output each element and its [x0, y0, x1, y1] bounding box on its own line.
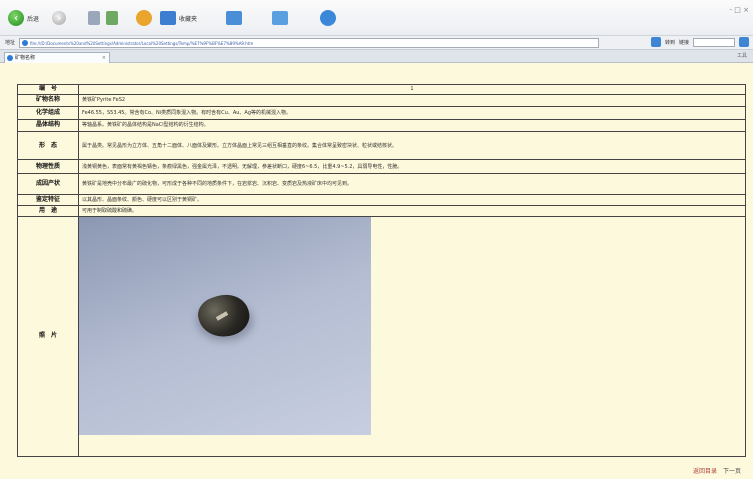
- row-value: 属于晶类。常见晶形为立方体、五角十二面体、八面体及聚形。立方体晶面上常见三组互相…: [78, 130, 746, 161]
- tab-title: 矿物名称: [15, 55, 36, 61]
- row-label: 成因产状: [17, 173, 79, 196]
- home-icon: [136, 10, 152, 26]
- table-row: 化学组成 Fe46.55，S53.45。常含有Co、Ni类质同象混入物。有时含有C…: [17, 105, 746, 120]
- internet-button[interactable]: [320, 8, 336, 28]
- table-row: 鉴定特征 以其晶形、晶面条纹、颜色、硬度可以区别于黄铜矿。: [17, 194, 746, 207]
- tab-favicon: [7, 55, 13, 61]
- search-input[interactable]: [693, 37, 735, 47]
- table-row: 编 号 1: [17, 84, 746, 95]
- home-link[interactable]: 返回目录: [693, 466, 717, 475]
- row-label: 矿物名称: [17, 93, 79, 107]
- table-row: 用 途可用于制取硫酸和硫磺。: [17, 205, 746, 217]
- table-row: 成因产状 黄铁矿是地壳中分布最广的硫化物，可形成于各种不同的地质条件下，在岩浆岩、…: [17, 173, 746, 196]
- internet-icon: [320, 10, 336, 26]
- go-icon[interactable]: [650, 37, 661, 47]
- page-footer: 返回目录 下一页: [693, 466, 741, 475]
- page-icon: [22, 39, 28, 46]
- address-bar: 地址 file:///D:/Documents%20and%20Settings…: [0, 36, 753, 50]
- go-button[interactable]: 转到: [665, 39, 675, 46]
- mineral-table: 编 号 1 矿物名称 黄铁矿Pyrite FeS2 化学组成 Fe46.55，S53.…: [17, 84, 746, 458]
- tools-menu[interactable]: 工具: [737, 52, 747, 59]
- favorites-button[interactable]: 收藏夹: [160, 8, 197, 28]
- row-value: 可用于制取硫酸和硫磺。: [78, 205, 746, 217]
- address-bar-right: 转到 链接: [650, 37, 749, 47]
- stop-icon: [88, 11, 100, 25]
- photo-label: 照 片: [17, 215, 79, 458]
- tab-active[interactable]: 矿物名称 ×: [4, 52, 110, 63]
- address-label: 地址: [5, 40, 16, 46]
- table-row: 矿物名称 黄铁矿Pyrite FeS2: [17, 93, 746, 107]
- close-icon[interactable]: ×: [102, 53, 106, 63]
- row-value: 黄铁矿是地壳中分布最广的硫化物，可形成于各种不同的地质条件下，在岩浆岩、沉积岩、…: [78, 173, 746, 196]
- back-icon: ‹: [8, 10, 24, 26]
- row-value: 黄铁矿Pyrite FeS2: [78, 93, 746, 107]
- media-icon: [272, 11, 288, 25]
- back-label: 后退: [27, 15, 40, 23]
- row-label: 物理性质: [17, 159, 79, 175]
- history-icon: [226, 11, 242, 25]
- back-button[interactable]: ‹ 后退: [8, 8, 39, 28]
- search-icon[interactable]: [739, 37, 749, 47]
- row-label: 用 途: [17, 205, 79, 217]
- table-row: 照 片: [17, 215, 746, 458]
- next-page-link[interactable]: 下一页: [723, 466, 741, 475]
- row-label: 化学组成: [17, 105, 79, 120]
- links-label[interactable]: 链接: [679, 39, 689, 46]
- row-value: 以其晶形、晶面条纹、颜色、硬度可以区别于黄铜矿。: [78, 194, 746, 207]
- stop-button[interactable]: [88, 8, 100, 28]
- number-label: 编 号: [17, 84, 79, 95]
- row-label: 形 态: [17, 130, 79, 161]
- media-button[interactable]: [272, 8, 288, 28]
- row-label: 晶体结构: [17, 118, 79, 132]
- table-row: 晶体结构 等轴晶系。黄铁矿的晶体结构是NaCl型结构的衍生结构。: [17, 118, 746, 132]
- row-value: 等轴晶系。黄铁矿的晶体结构是NaCl型结构的衍生结构。: [78, 118, 746, 132]
- home-button[interactable]: [136, 8, 152, 28]
- favorites-label: 收藏夹: [179, 15, 198, 23]
- favorites-icon: [160, 11, 176, 25]
- window-controls[interactable]: - □ ×: [730, 6, 749, 14]
- forward-icon: ›: [52, 11, 66, 25]
- table-row: 形 态属于晶类。常见晶形为立方体、五角十二面体、八面体及聚形。立方体晶面上常见三…: [17, 130, 746, 161]
- row-label: 鉴定特征: [17, 194, 79, 207]
- forward-button[interactable]: ›: [52, 8, 66, 28]
- number-value: 1: [78, 84, 746, 95]
- browser-toolbar: ‹ 后退 › 收藏夹 - □ ×: [0, 0, 753, 36]
- url-input[interactable]: file:///D:/Documents%20and%20Settings/Ad…: [19, 37, 599, 48]
- row-value: Fe46.55，S53.45。常含有Co、Ni类质同象混入物。有时含有Cu、Au…: [78, 105, 746, 120]
- table-row: 物理性质 浅黄铜黄色，表面常有黄褐色锖色，条痕绿黑色，强金属光泽，不透明。无解理，…: [17, 159, 746, 175]
- tab-bar: 矿物名称 × 工具: [0, 50, 753, 63]
- row-value: 浅黄铜黄色，表面常有黄褐色锖色，条痕绿黑色，强金属光泽，不透明。无解理，参差状断…: [78, 159, 746, 175]
- history-button[interactable]: [226, 8, 242, 28]
- mineral-photo: [79, 217, 371, 435]
- refresh-icon: [106, 11, 118, 25]
- refresh-button[interactable]: [106, 8, 118, 28]
- photo-cell: [78, 215, 746, 458]
- url-text: file:///D:/Documents%20and%20Settings/Ad…: [30, 40, 254, 46]
